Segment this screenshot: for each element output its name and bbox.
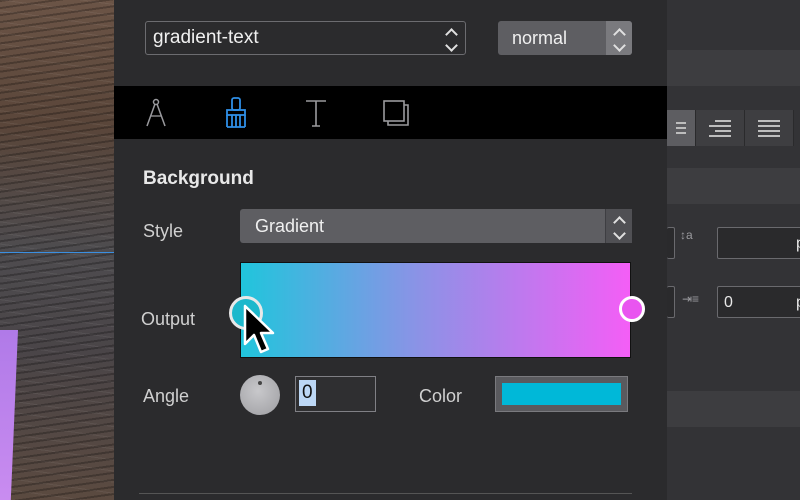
- right-panel-bar: [667, 50, 800, 86]
- gradient-stop-end[interactable]: [619, 296, 645, 322]
- right-panel-field-edge[interactable]: [667, 286, 675, 318]
- angle-label: Angle: [143, 386, 190, 406]
- text-align-group: [667, 110, 800, 146]
- style-inspector-panel: gradient-text normal Background Style Gr…: [114, 0, 667, 500]
- text-icon: [306, 100, 326, 127]
- chevron-updown-icon: [606, 21, 632, 55]
- indent-field[interactable]: 0 p: [717, 286, 800, 318]
- background-style-select[interactable]: Gradient: [240, 209, 632, 243]
- background-style-value: Gradient: [255, 215, 325, 236]
- output-label: Output: [141, 309, 196, 329]
- compass-icon: [146, 98, 166, 127]
- gradient-preview[interactable]: [240, 262, 631, 358]
- tab-text[interactable]: [296, 94, 336, 132]
- blend-mode-select[interactable]: normal: [498, 21, 632, 55]
- tab-geometry[interactable]: [136, 94, 176, 132]
- line-height-field[interactable]: p: [717, 227, 800, 259]
- divider: [139, 493, 632, 494]
- section-title: Background: [143, 168, 254, 189]
- canvas-guide-line: [0, 252, 114, 253]
- angle-dial[interactable]: [240, 375, 280, 415]
- line-height-icon: ↕a: [680, 228, 693, 242]
- tab-style[interactable]: [216, 94, 256, 132]
- paint-brush-icon: [226, 97, 246, 128]
- align-justify-button[interactable]: [745, 110, 794, 146]
- layer-select[interactable]: gradient-text: [145, 21, 466, 55]
- right-panel-field-edge[interactable]: [667, 227, 675, 259]
- style-label: Style: [143, 221, 184, 241]
- color-label: Color: [419, 386, 463, 406]
- shadow-icon: [383, 100, 409, 126]
- chevron-updown-icon: [605, 209, 632, 243]
- align-right-button[interactable]: [696, 110, 745, 146]
- tab-effects[interactable]: [376, 94, 416, 132]
- canvas-background: [0, 0, 114, 500]
- color-well[interactable]: [495, 376, 628, 412]
- align-left-button[interactable]: [667, 110, 696, 146]
- color-swatch: [502, 383, 621, 405]
- angle-value: 0: [299, 380, 316, 406]
- mouse-pointer-icon: [243, 304, 275, 354]
- chevron-updown-icon: [437, 22, 465, 54]
- indent-icon: ⇥≡: [682, 292, 700, 306]
- blend-mode-value: normal: [512, 27, 568, 48]
- angle-input[interactable]: 0: [295, 376, 376, 412]
- layer-select-value: gradient-text: [153, 27, 259, 48]
- right-panel-bar: [667, 168, 800, 204]
- right-panel-bar: [667, 391, 800, 427]
- inspector-tab-bar: [114, 86, 667, 139]
